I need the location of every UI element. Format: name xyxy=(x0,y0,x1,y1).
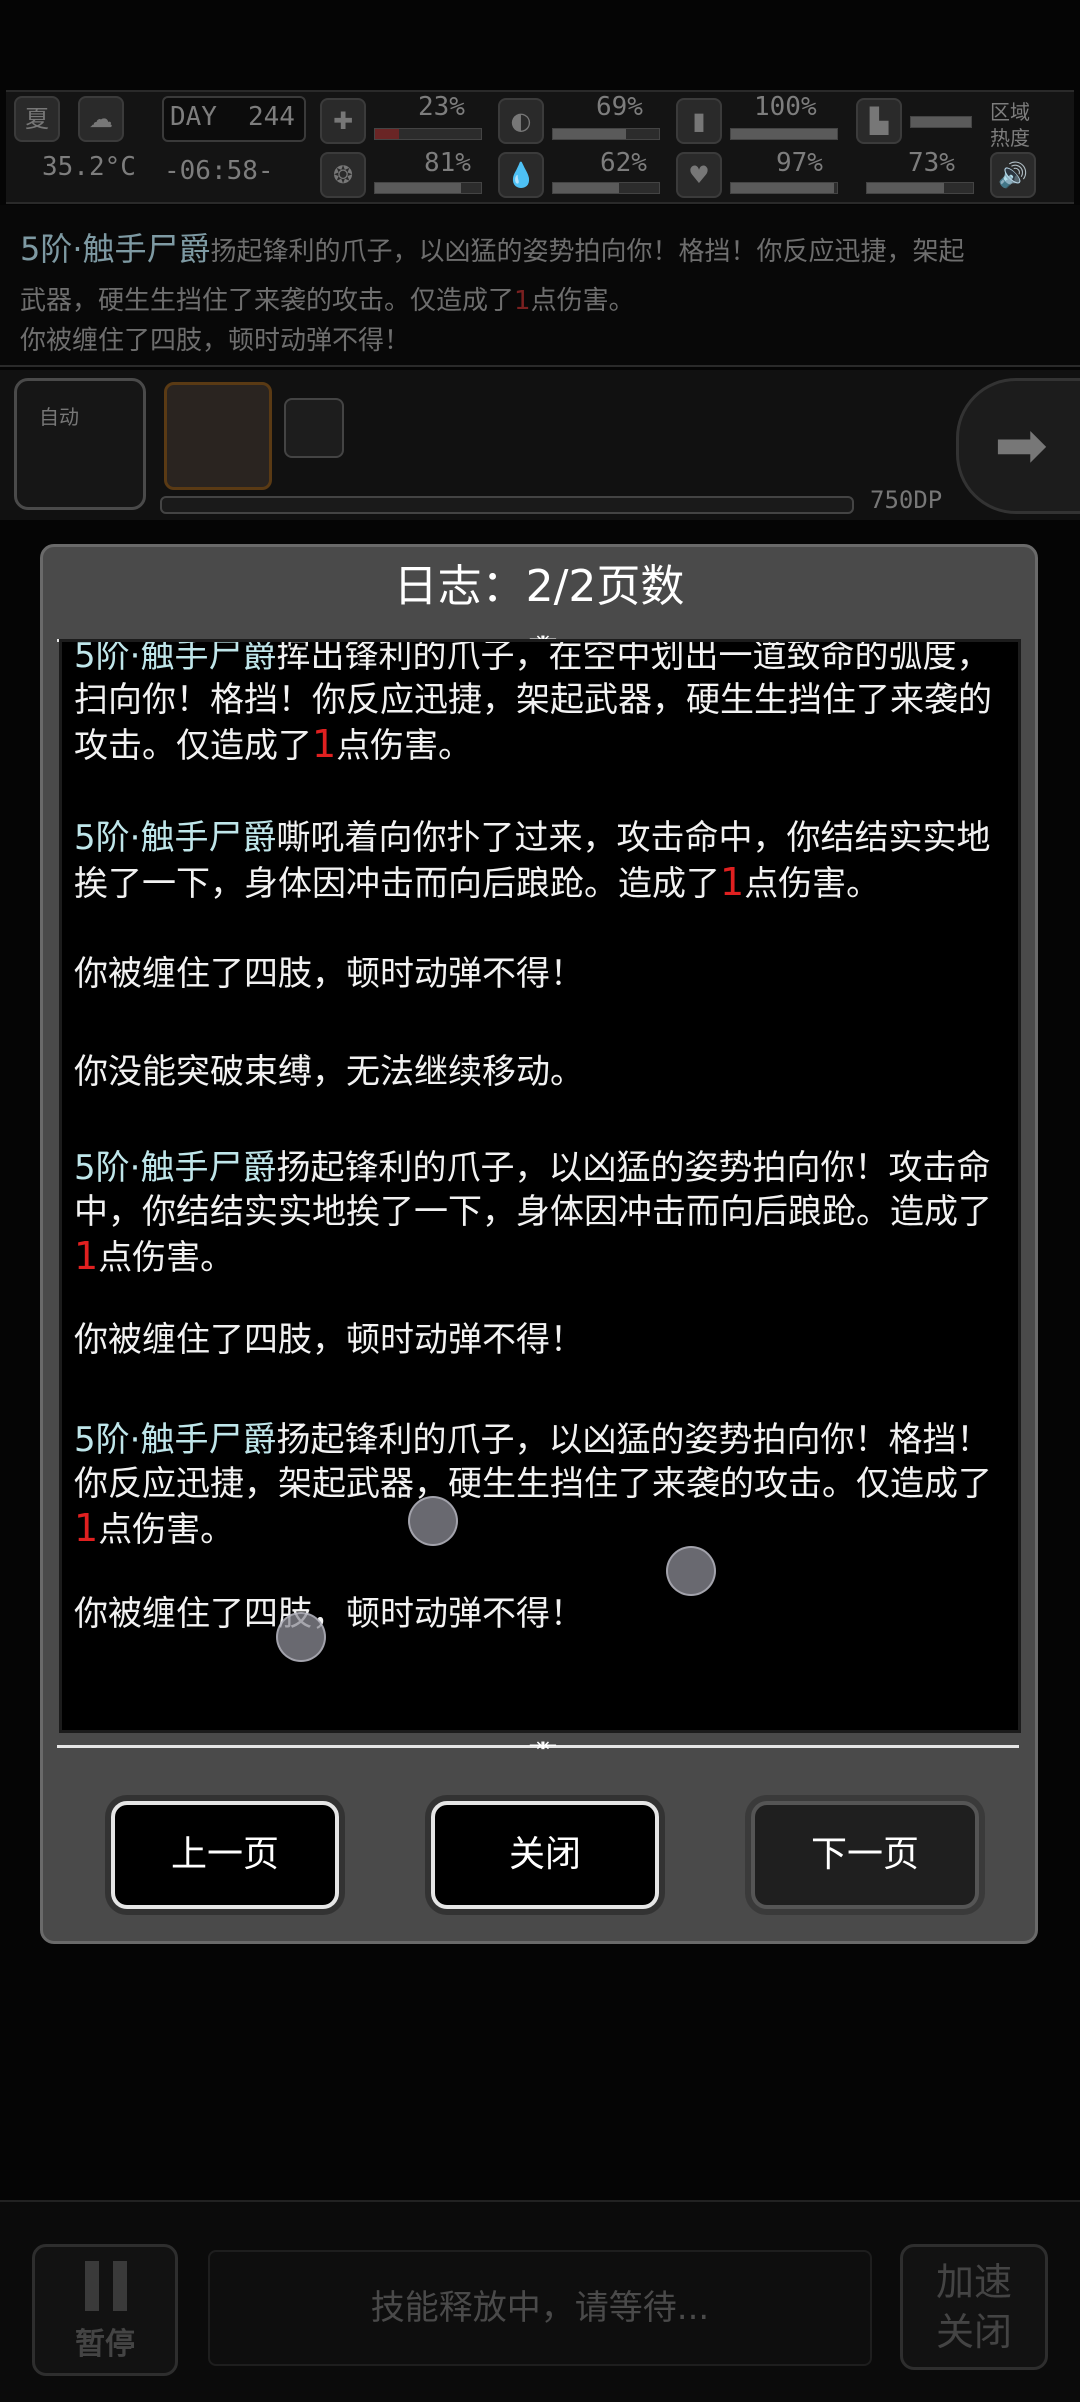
mood-bar xyxy=(730,182,838,194)
progress-text: 750DP xyxy=(870,486,943,514)
bg-log-line-3: 你被缠住了四肢，顿时动弹不得！ xyxy=(20,326,411,356)
health-icon: ✚ xyxy=(320,98,366,144)
area-heat-label: 区域 xyxy=(990,100,1030,124)
prev-page-button[interactable]: 上一页 xyxy=(111,1801,339,1909)
bg-enemy-name: 5阶·触手尸爵 xyxy=(20,230,211,268)
enemy-name: 5阶·触手尸爵 xyxy=(74,1148,277,1188)
foot-bar-top xyxy=(910,116,972,128)
touch-indicator xyxy=(666,1546,716,1596)
thirst-bar xyxy=(552,182,660,194)
close-button[interactable]: 关闭 xyxy=(431,1801,659,1909)
log-entry: 5阶·触手尸爵挥出锋利的爪子，在空中划出一道致命的弧度，扫向你！格挡！你反应迅捷… xyxy=(74,639,1004,768)
touch-indicator xyxy=(276,1612,326,1662)
log-dialog: 日志：2/2页数 ⇥⇤ 5阶·触手尸爵挥出锋利的爪子，在空中划出一道致命的弧度，… xyxy=(40,544,1038,1944)
log-text-end: 点伤害。 xyxy=(336,726,473,766)
skill-wait-status: 技能释放中，请等待... xyxy=(208,2250,872,2366)
foot-value: 73% xyxy=(908,148,955,178)
brain-icon: ❂ xyxy=(320,152,366,198)
bg-log-line-1: 扬起锋利的爪子，以凶猛的姿势拍向你！格挡！你反应迅捷，架起 xyxy=(210,237,965,267)
temperature-readout: 35.2°C xyxy=(42,152,136,182)
log-content[interactable]: 5阶·触手尸爵挥出锋利的爪子，在空中划出一道致命的弧度，扫向你！格挡！你反应迅捷… xyxy=(59,639,1021,1733)
sanity-bar xyxy=(374,182,482,194)
pause-button[interactable]: 暂停 xyxy=(32,2244,178,2376)
season-icon: 夏 xyxy=(14,96,60,142)
heart-icon: ♥ xyxy=(676,152,722,198)
log-entry: 你没能突破束缚，无法继续移动。 xyxy=(74,1052,584,1092)
next-page-button[interactable]: 下一页 xyxy=(751,1801,979,1909)
bg-log-line-2: 武器，硬生生挡住了来袭的攻击。仅造成了 xyxy=(20,286,515,316)
character-portrait[interactable] xyxy=(164,382,272,490)
day-label: DAY xyxy=(170,102,217,132)
day-counter: DAY 244 xyxy=(162,96,306,142)
area-heat-label-2: 热度 xyxy=(990,126,1030,150)
speaker-icon[interactable]: 🔊 xyxy=(990,152,1036,198)
pause-icon xyxy=(81,2261,131,2311)
day-value: 244 xyxy=(248,102,295,132)
stomach-icon: ◐ xyxy=(498,98,544,144)
background-combat-log: 5阶·触手尸爵扬起锋利的爪子，以凶猛的姿势拍向你！格挡！你反应迅捷，架起 武器，… xyxy=(0,205,1080,367)
enemy-name: 5阶·触手尸爵 xyxy=(74,639,277,676)
damage-number: 1 xyxy=(312,722,337,766)
enemy-name: 5阶·触手尸爵 xyxy=(74,818,277,858)
log-entry: 5阶·触手尸爵扬起锋利的爪子，以凶猛的姿势拍向你！攻击命中，你结结实实地挨了一下… xyxy=(74,1146,1004,1280)
health-value: 23% xyxy=(418,92,465,122)
log-entry: 你被缠住了四肢，顿时动弹不得！ xyxy=(74,1594,584,1634)
health-bar xyxy=(374,128,482,140)
log-text-end: 点伤害。 xyxy=(98,1510,235,1550)
damage-number: 1 xyxy=(74,1234,99,1278)
log-entry: 5阶·触手尸爵嘶吼着向你扑了过来，攻击命中，你结结实实地挨了一下，身体因冲击而向… xyxy=(74,816,1004,906)
stamina-icon: ▮ xyxy=(676,98,722,144)
hunger-bar xyxy=(552,128,660,140)
bottom-divider: ⇥⇤ xyxy=(57,1735,1019,1756)
mood-value: 97% xyxy=(776,148,823,178)
touch-indicator xyxy=(408,1496,458,1546)
enemy-name: 5阶·触手尸爵 xyxy=(74,1420,277,1460)
stamina-bar xyxy=(730,128,838,140)
speed-toggle-button[interactable]: 加速 关闭 xyxy=(900,2244,1048,2370)
water-drop-icon: 💧 xyxy=(498,152,544,198)
item-slot-icon[interactable] xyxy=(284,398,344,458)
speed-label-2: 关闭 xyxy=(935,2310,1012,2354)
log-text-end: 点伤害。 xyxy=(98,1238,235,1278)
pause-label: 暂停 xyxy=(75,2327,135,2362)
log-entry: 5阶·触手尸爵扬起锋利的爪子，以凶猛的姿势拍向你！格挡！你反应迅捷，架起武器，硬… xyxy=(74,1418,1004,1552)
time-readout: -06:58- xyxy=(164,156,274,186)
progress-bar xyxy=(160,496,854,514)
thirst-value: 62% xyxy=(600,148,647,178)
dialog-title: 日志：2/2页数 xyxy=(393,561,685,612)
next-arrow-button[interactable]: ➡ xyxy=(956,378,1080,514)
sanity-value: 81% xyxy=(424,148,471,178)
auto-battle-button[interactable]: 自动 xyxy=(14,378,146,510)
stats-panel: 夏 ☁ DAY 244 35.2°C -06:58- ✚ 23% ◐ 69% ▮… xyxy=(6,90,1074,204)
status-bar xyxy=(0,0,1080,90)
stamina-value: 100% xyxy=(754,92,817,122)
speed-label-1: 加速 xyxy=(935,2260,1012,2304)
log-entry: 你被缠住了四肢，顿时动弹不得！ xyxy=(74,1320,584,1360)
log-text-end: 点伤害。 xyxy=(744,864,881,904)
auto-label: 自动 xyxy=(39,405,79,429)
bg-damage-number: 1 xyxy=(514,286,531,316)
log-entry: 你被缠住了四肢，顿时动弹不得！ xyxy=(74,954,584,994)
damage-number: 1 xyxy=(720,860,745,904)
weather-cloud-icon: ☁ xyxy=(78,96,124,142)
damage-number: 1 xyxy=(74,1506,99,1550)
boot-icon: ▙ xyxy=(856,98,902,144)
bg-log-line-2-end: 点伤害。 xyxy=(530,286,635,316)
hunger-value: 69% xyxy=(596,92,643,122)
foot-bar xyxy=(866,182,974,194)
